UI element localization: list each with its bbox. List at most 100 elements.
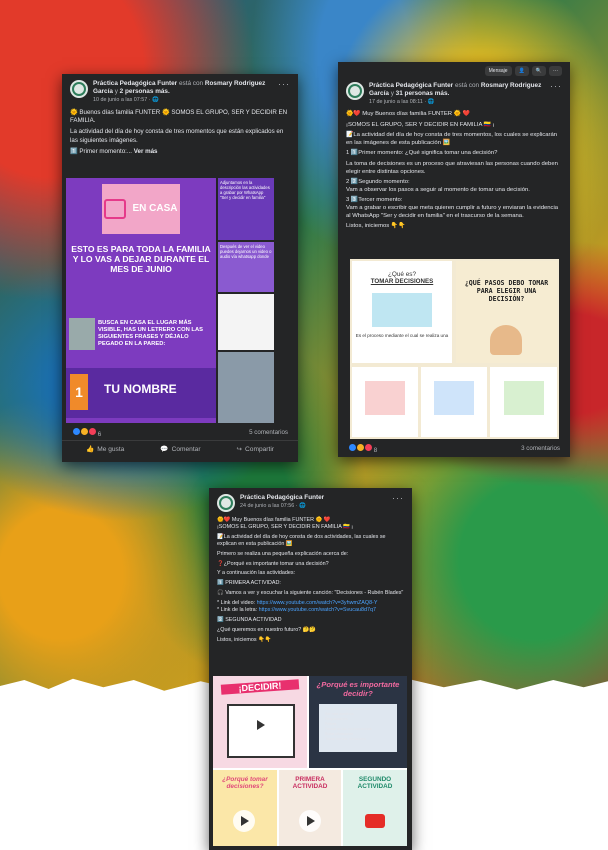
image-porque-tomar[interactable]: ¿Porqué tomar decisiones? <box>213 770 277 846</box>
post-author-line: Práctica Pedagógica Funter está con Rosm… <box>369 82 545 106</box>
thinking-person-illustration <box>490 325 522 355</box>
post-text: 🌞 Buenos días familia FUNTER 🌞 SOMOS EL … <box>62 106 298 162</box>
porque-tomar-text: ¿Porqué tomar decisiones? <box>222 776 268 790</box>
step-illustration <box>365 381 405 415</box>
que-es-text: ¿Qué es? <box>387 271 417 278</box>
pasos-text: ¿QUÉ PASOS DEBO TOMAR PARA ELEGIR UNA DE… <box>464 279 549 303</box>
play-icon[interactable] <box>299 810 321 832</box>
image-primera-actividad[interactable]: PRIMERA ACTIVIDAD <box>279 770 341 846</box>
others-link[interactable]: 2 personas más. <box>120 88 170 95</box>
image-step-1[interactable] <box>352 367 418 437</box>
comments-count[interactable]: 3 comentarios <box>521 445 560 452</box>
post-image-collage[interactable]: EN CASA ESTO ES PARA TODA LA FAMILIA Y L… <box>66 178 274 423</box>
play-icon[interactable] <box>249 714 271 736</box>
post-author-line: Práctica Pedagógica Funter 24 de junio a… <box>240 494 387 510</box>
signpost-illustration <box>372 293 432 327</box>
decidir-text: ¡DECIDIR! <box>220 679 300 695</box>
facebook-post-3: Práctica Pedagógica Funter 24 de junio a… <box>209 488 412 850</box>
share-label: Compartir <box>245 445 274 453</box>
lyrics-link[interactable]: https://www.youtube.com/watch?v=Svucau8d… <box>259 607 376 613</box>
post-line: 1 1️⃣Primer momento: ¿Qué significa toma… <box>346 150 498 157</box>
page-avatar[interactable] <box>70 80 88 98</box>
comments-count[interactable]: 5 comentarios <box>249 429 288 436</box>
image-side-column: Adjuntamos en la descripción las activid… <box>218 178 274 423</box>
more-options-icon[interactable]: ··· <box>392 494 404 503</box>
post-image-grid[interactable]: ¡DECIDIR! ¿Porqué es importante decidir?… <box>213 676 407 846</box>
reactions-summary[interactable]: 6 <box>72 427 101 438</box>
reason-item: Tomar buenas decisiones <box>325 737 366 741</box>
image-step-2[interactable] <box>421 367 487 437</box>
and-text: y <box>114 88 118 95</box>
image-main[interactable]: EN CASA ESTO ES PARA TODA LA FAMILIA Y L… <box>66 178 216 423</box>
image-porque[interactable]: ¿Porqué es importante decidir? Para el b… <box>309 676 407 768</box>
post-timestamp[interactable]: 24 de junio a las 07:56 · <box>240 503 299 509</box>
post-line: 2 2️⃣Segundo momento: <box>346 179 410 186</box>
segunda-actividad-text: SEGUNDO ACTIVIDAD <box>357 776 393 790</box>
tu-nombre-text: TU NOMBRE <box>104 382 177 396</box>
image-step-3[interactable] <box>490 367 557 437</box>
step-illustration <box>434 381 474 415</box>
image-pasos[interactable]: ¿QUÉ PASOS DEBO TOMAR PARA ELEGIR UNA DE… <box>456 261 557 363</box>
page-name-link[interactable]: Práctica Pedagógica Funter <box>240 494 324 501</box>
post-line: 🌞❤️ Muy Buenos días familia FUNTER 🌞 ❤️ <box>346 111 470 117</box>
post-line: ¿Qué queremos en nuestro futuro? 🤔🤔 <box>217 626 317 633</box>
primera-actividad-text: PRIMERA ACTIVIDAD <box>292 776 328 790</box>
en-casa-banner: EN CASA <box>102 184 180 234</box>
comment-button[interactable]: 💬 Comentar <box>160 445 201 454</box>
more-options-icon[interactable]: ··· <box>550 82 562 91</box>
play-icon[interactable] <box>233 810 255 832</box>
post-timestamp[interactable]: 17 de junio a las 08:11 · <box>369 99 428 105</box>
post-line: ❓¿Porqué es importante tomar una decisió… <box>217 560 329 567</box>
reaction-icons <box>72 427 97 436</box>
post-line: Listos, iniciemos 👇👇 <box>346 223 406 230</box>
page-name-link[interactable]: Práctica Pedagógica Funter <box>93 80 177 87</box>
post-header: Práctica Pedagógica Funter está con Rosm… <box>62 74 298 106</box>
porque-text: ¿Porqué es importante decidir? <box>316 680 400 698</box>
comment-label: Comentar <box>171 445 201 453</box>
reasons-list: Para el buen funcionamiento Ser más aser… <box>319 704 397 752</box>
search-icon[interactable]: 🔍 <box>531 66 546 76</box>
image-que-es[interactable]: ¿Qué es? TOMAR DECISIONES Es el proceso … <box>352 261 452 363</box>
page-name-link[interactable]: Práctica Pedagógica Funter <box>369 82 453 89</box>
see-more-link[interactable]: Ver más <box>134 148 158 155</box>
link-label: * Link de la letra: <box>217 607 259 614</box>
like-button[interactable]: 👍 Me gusta <box>86 445 125 454</box>
others-link[interactable]: 31 personas más. <box>396 90 450 97</box>
image-decidir[interactable]: ¡DECIDIR! <box>213 676 307 768</box>
like-label: Me gusta <box>97 445 125 453</box>
post-line-text: 1️⃣ Primer momento:... <box>70 147 134 155</box>
post-timestamp[interactable]: 10 de junio a las 07:57 · <box>93 97 152 103</box>
post-line: Y a continuación las actividades: <box>217 570 296 577</box>
side-table <box>218 294 274 350</box>
comment-icon: 💬 <box>160 446 169 453</box>
post-line: Primero se realiza una pequeña explicaci… <box>217 550 349 557</box>
reactions-summary[interactable]: 8 <box>348 443 377 454</box>
people-icon[interactable]: 👤 <box>514 66 529 76</box>
globe-icon: 🌐 <box>152 97 159 103</box>
post-line: 3 3️⃣Tercer momento: <box>346 197 403 204</box>
post-line: ¡SOMOS EL GRUPO, SER Y DECIDIR EN FAMILI… <box>346 121 495 128</box>
post-line: 1️⃣ Primer momento:... Ver más <box>70 148 290 156</box>
wall-photo <box>69 318 95 350</box>
image-segunda-actividad[interactable]: SEGUNDO ACTIVIDAD <box>343 770 407 846</box>
video-link[interactable]: https://www.youtube.com/watch?v=3yhwmZAQ… <box>257 600 378 606</box>
facebook-post-2: Mensaje 👤 🔍 ··· Práctica Pedagógica Funt… <box>338 62 570 457</box>
side-note-2: Después de ver el video puedes dejarnos … <box>218 242 274 292</box>
globe-icon: 🌐 <box>427 99 435 105</box>
share-icon: ↪ <box>236 446 243 453</box>
message-button[interactable]: Mensaje <box>484 66 512 76</box>
home-heart-icon <box>104 199 127 219</box>
share-button[interactable]: ↪ Compartir <box>236 445 274 454</box>
page-avatar[interactable] <box>217 494 235 512</box>
page-avatar[interactable] <box>346 82 364 100</box>
image-instruction: BUSCA EN CASA EL LUGAR MÁS VISIBLE, HAS … <box>98 320 203 347</box>
reactions-bar: 6 5 comentarios <box>62 424 298 441</box>
step-illustration <box>503 381 544 415</box>
post-header: Práctica Pedagógica Funter 24 de junio a… <box>209 488 412 514</box>
more-options-icon[interactable]: ··· <box>278 80 290 89</box>
post-line: 🎧 Vamos a ver y escuchar la siguiente ca… <box>217 590 404 597</box>
post-image-grid[interactable]: ¿Qué es? TOMAR DECISIONES Es el proceso … <box>350 259 559 439</box>
more-icon[interactable]: ··· <box>549 66 562 76</box>
post-line: Vam a observar los pasos a seguir al mom… <box>346 186 530 193</box>
post-line: La actividad del día de hoy consta de tr… <box>70 128 284 144</box>
